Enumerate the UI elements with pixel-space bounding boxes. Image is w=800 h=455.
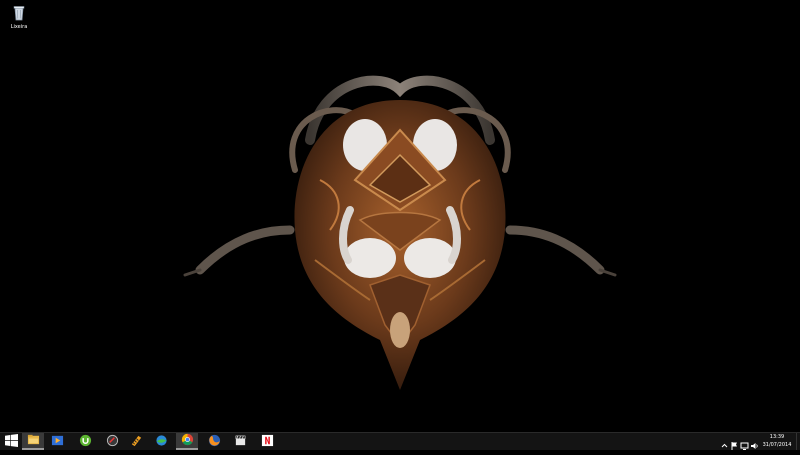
taskbar-video-editor[interactable] xyxy=(125,433,147,450)
clock-time: 13:39 xyxy=(760,433,794,441)
taskbar: 13:39 31/07/2014 xyxy=(0,432,800,450)
taskbar-globe-app[interactable] xyxy=(150,433,172,450)
recycle-bin-shortcut[interactable]: Lixeira xyxy=(2,2,36,30)
green-globe-app-icon xyxy=(155,432,168,451)
taskbar-clock[interactable]: 13:39 31/07/2014 xyxy=(760,433,794,449)
taskbar-app-4[interactable] xyxy=(101,433,123,450)
show-desktop-button[interactable] xyxy=(796,433,800,450)
start-button[interactable] xyxy=(0,433,22,450)
wallpaper-artwork xyxy=(170,60,630,400)
taskbar-media-player[interactable] xyxy=(46,433,68,450)
taskbar-utorrent[interactable] xyxy=(74,433,96,450)
network-icon[interactable] xyxy=(740,436,749,446)
video-editor-icon xyxy=(130,432,143,451)
unknown-app-icon xyxy=(106,432,119,451)
recycle-bin-icon xyxy=(8,2,30,24)
taskbar-netflix[interactable] xyxy=(256,433,278,450)
taskbar-file-explorer[interactable] xyxy=(22,433,44,450)
system-tray: 13:39 31/07/2014 xyxy=(720,433,800,450)
firefox-icon xyxy=(208,432,221,451)
action-center-flag-icon[interactable] xyxy=(730,436,739,446)
desktop: Lixeira xyxy=(0,0,800,432)
taskbar-clapperboard-app[interactable] xyxy=(229,433,251,450)
recycle-bin-label: Lixeira xyxy=(2,24,36,30)
windows-logo-icon xyxy=(5,432,18,451)
media-player-icon xyxy=(51,432,64,451)
utorrent-icon xyxy=(79,432,92,451)
netflix-icon xyxy=(261,432,274,451)
show-hidden-icons-button[interactable] xyxy=(720,436,729,446)
volume-icon[interactable] xyxy=(750,436,759,446)
taskbar-firefox[interactable] xyxy=(203,433,225,450)
clock-date: 31/07/2014 xyxy=(760,441,794,449)
clapperboard-icon xyxy=(234,432,247,451)
taskbar-chrome[interactable] xyxy=(176,433,198,450)
file-explorer-icon xyxy=(27,431,40,450)
chrome-icon xyxy=(181,431,194,450)
